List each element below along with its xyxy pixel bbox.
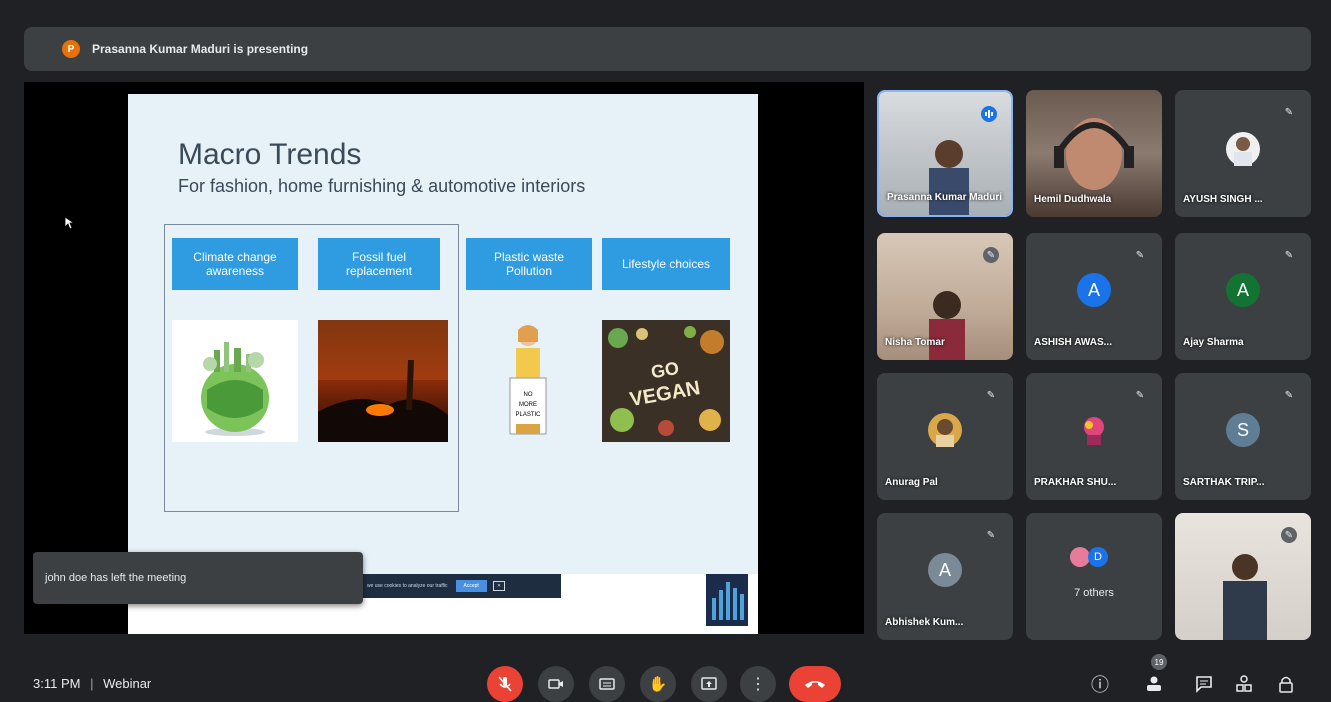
raise-hand-button[interactable]: ✋ xyxy=(640,666,676,702)
mic-off-icon: ✎ xyxy=(1284,389,1294,401)
mic-off-icon: ✎ xyxy=(1284,106,1294,118)
info-icon: ⓘ xyxy=(1091,675,1109,695)
separator: | xyxy=(90,676,94,691)
others-avatar: D xyxy=(1088,547,1108,567)
participant-tile[interactable]: ✎ A ASHISH AWAS... xyxy=(1026,233,1162,360)
meeting-details-button[interactable]: ⓘ xyxy=(1088,672,1112,696)
activities-button[interactable] xyxy=(1232,672,1256,696)
speaking-indicator-icon xyxy=(981,106,997,122)
participant-name: Ajay Sharma xyxy=(1183,337,1244,348)
captions-icon xyxy=(599,678,615,690)
participant-avatar: A xyxy=(1077,273,1111,307)
slide-subtitle: For fashion, home furnishing & automotiv… xyxy=(178,176,586,196)
participant-name: Nisha Tomar xyxy=(885,337,945,348)
participant-name: SARTHAK TRIP... xyxy=(1183,477,1265,488)
slide-title: Macro Trends xyxy=(178,138,362,171)
presenter-avatar: P xyxy=(62,40,80,58)
participant-tile[interactable]: ✎ xyxy=(1175,513,1311,640)
trend-card-lifestyle: Lifestyle choices xyxy=(602,238,730,290)
clock-time: 3:11 PM xyxy=(33,676,81,691)
earth-globe-image xyxy=(172,320,298,442)
participant-name: Abhishek Kum... xyxy=(885,617,964,628)
mic-toggle-button[interactable] xyxy=(487,666,523,702)
cookie-banner: we use cookies to analyze our traffic Ac… xyxy=(361,574,561,598)
mic-off-icon: ✎ xyxy=(1135,249,1145,261)
participant-tile[interactable]: ✎ A Ajay Sharma xyxy=(1175,233,1311,360)
present-button[interactable] xyxy=(691,666,727,702)
participant-tile[interactable]: Prasanna Kumar Maduri xyxy=(877,90,1013,217)
participant-name: AYUSH SINGH ... xyxy=(1183,194,1263,205)
slide-logo xyxy=(706,574,748,626)
meeting-info: 3:11 PM | Webinar xyxy=(33,676,151,691)
svg-text:GO: GO xyxy=(649,358,680,383)
participant-avatar: A xyxy=(928,553,962,587)
svg-text:VEGAN: VEGAN xyxy=(628,377,702,411)
svg-text:PLASTIC: PLASTIC xyxy=(515,412,541,418)
mic-off-icon: ✎ xyxy=(983,247,999,263)
participant-tile[interactable]: ✎ PRAKHAR SHU... xyxy=(1026,373,1162,500)
participant-avatar: A xyxy=(1226,273,1260,307)
toast-text: john doe has left the meeting xyxy=(45,572,187,584)
more-options-button[interactable]: ⋮ xyxy=(740,666,776,702)
people-button[interactable] xyxy=(1142,672,1166,696)
people-icon xyxy=(1147,676,1161,691)
mouse-cursor-icon xyxy=(64,216,74,230)
svg-text:MORE: MORE xyxy=(519,402,537,408)
participant-name: Prasanna Kumar Maduri xyxy=(887,192,1003,203)
present-screen-icon xyxy=(701,677,717,690)
svg-text:NO: NO xyxy=(524,392,533,398)
chat-button[interactable] xyxy=(1192,672,1216,696)
no-more-plastic-image: NO MORE PLASTIC xyxy=(488,320,568,442)
more-vert-icon: ⋮ xyxy=(750,676,766,693)
trend-card-plastic: Plastic waste Pollution xyxy=(466,238,592,290)
leave-call-button[interactable] xyxy=(789,666,841,702)
mic-off-icon: ✎ xyxy=(1281,527,1297,543)
others-avatar-photo xyxy=(1070,547,1090,567)
go-vegan-image: GO VEGAN xyxy=(602,320,730,442)
trend-card-fossil: Fossil fuel replacement xyxy=(318,238,440,290)
participant-tile[interactable]: ✎ A Abhishek Kum... xyxy=(877,513,1013,640)
participant-tile[interactable]: ✎ AYUSH SINGH ... xyxy=(1175,90,1311,217)
mic-off-icon: ✎ xyxy=(986,389,996,401)
participant-avatar: S xyxy=(1226,413,1260,447)
host-controls-button[interactable] xyxy=(1274,672,1298,696)
mic-off-icon: ✎ xyxy=(986,529,996,541)
meeting-name: Webinar xyxy=(103,676,152,691)
participant-photo xyxy=(1077,413,1111,447)
lock-person-icon xyxy=(1279,676,1293,693)
participant-photo xyxy=(1226,132,1260,166)
presenter-banner-text: Prasanna Kumar Maduri is presenting xyxy=(92,42,309,56)
trend-card-climate: Climate change awareness xyxy=(172,238,298,290)
camera-icon xyxy=(548,679,563,689)
participant-name: Anurag Pal xyxy=(885,477,938,488)
notification-toast: john doe has left the meeting xyxy=(33,552,363,604)
fossil-fuel-image xyxy=(318,320,448,442)
participant-name: PRAKHAR SHU... xyxy=(1034,477,1117,488)
mic-off-icon: ✎ xyxy=(1284,249,1294,261)
captions-button[interactable] xyxy=(589,666,625,702)
others-tile[interactable]: D 7 others xyxy=(1026,513,1162,640)
presenter-banner: P Prasanna Kumar Maduri is presenting xyxy=(24,27,1311,71)
chat-icon xyxy=(1196,676,1212,693)
participant-photo xyxy=(928,413,962,447)
participant-name: Hemil Dudhwala xyxy=(1034,194,1112,205)
participant-count-badge: 19 xyxy=(1151,654,1167,670)
participant-name: ASHISH AWAS... xyxy=(1034,337,1112,348)
participant-tile[interactable]: Hemil Dudhwala xyxy=(1026,90,1162,217)
others-label: 7 others xyxy=(1074,587,1114,599)
hand-icon: ✋ xyxy=(648,676,668,693)
participant-tile[interactable]: ✎ S SARTHAK TRIP... xyxy=(1175,373,1311,500)
cookie-text: we use cookies to analyze our traffic xyxy=(367,583,448,589)
mic-off-icon: ✎ xyxy=(1135,389,1145,401)
activities-icon xyxy=(1236,675,1252,692)
participant-tile[interactable]: ✎ Nisha Tomar xyxy=(877,233,1013,360)
cookie-close-icon: ✕ xyxy=(492,581,506,591)
cookie-accept-button: Accept xyxy=(455,580,487,592)
phone-hangup-icon xyxy=(805,681,825,688)
camera-toggle-button[interactable] xyxy=(538,666,574,702)
mic-off-icon xyxy=(498,676,512,692)
participant-tile[interactable]: ✎ Anurag Pal xyxy=(877,373,1013,500)
